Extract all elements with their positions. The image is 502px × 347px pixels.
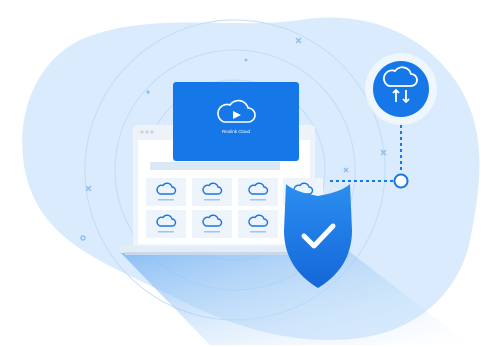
tile-caption-line xyxy=(250,199,266,201)
cloud-sync-icon xyxy=(365,53,437,125)
camera-tile[interactable] xyxy=(238,178,278,206)
connector-node xyxy=(393,173,409,189)
popup-label: Reolink Cloud xyxy=(222,129,251,134)
window-controls xyxy=(140,130,154,134)
camera-tile[interactable] xyxy=(192,178,232,206)
screen-header-bar xyxy=(150,162,280,170)
camera-tile[interactable] xyxy=(192,210,232,238)
tile-caption-line xyxy=(158,231,174,233)
tile-caption-line xyxy=(250,231,266,233)
tile-caption-line xyxy=(204,199,220,201)
cloud-security-illustration: Reolink Cloud xyxy=(0,0,502,347)
camera-tile[interactable] xyxy=(238,210,278,238)
tile-caption-line xyxy=(158,199,174,201)
reolink-cloud-popup[interactable]: Reolink Cloud xyxy=(173,82,299,161)
tile-caption-line xyxy=(204,231,220,233)
camera-tile[interactable] xyxy=(146,178,186,206)
camera-tile[interactable] xyxy=(146,210,186,238)
